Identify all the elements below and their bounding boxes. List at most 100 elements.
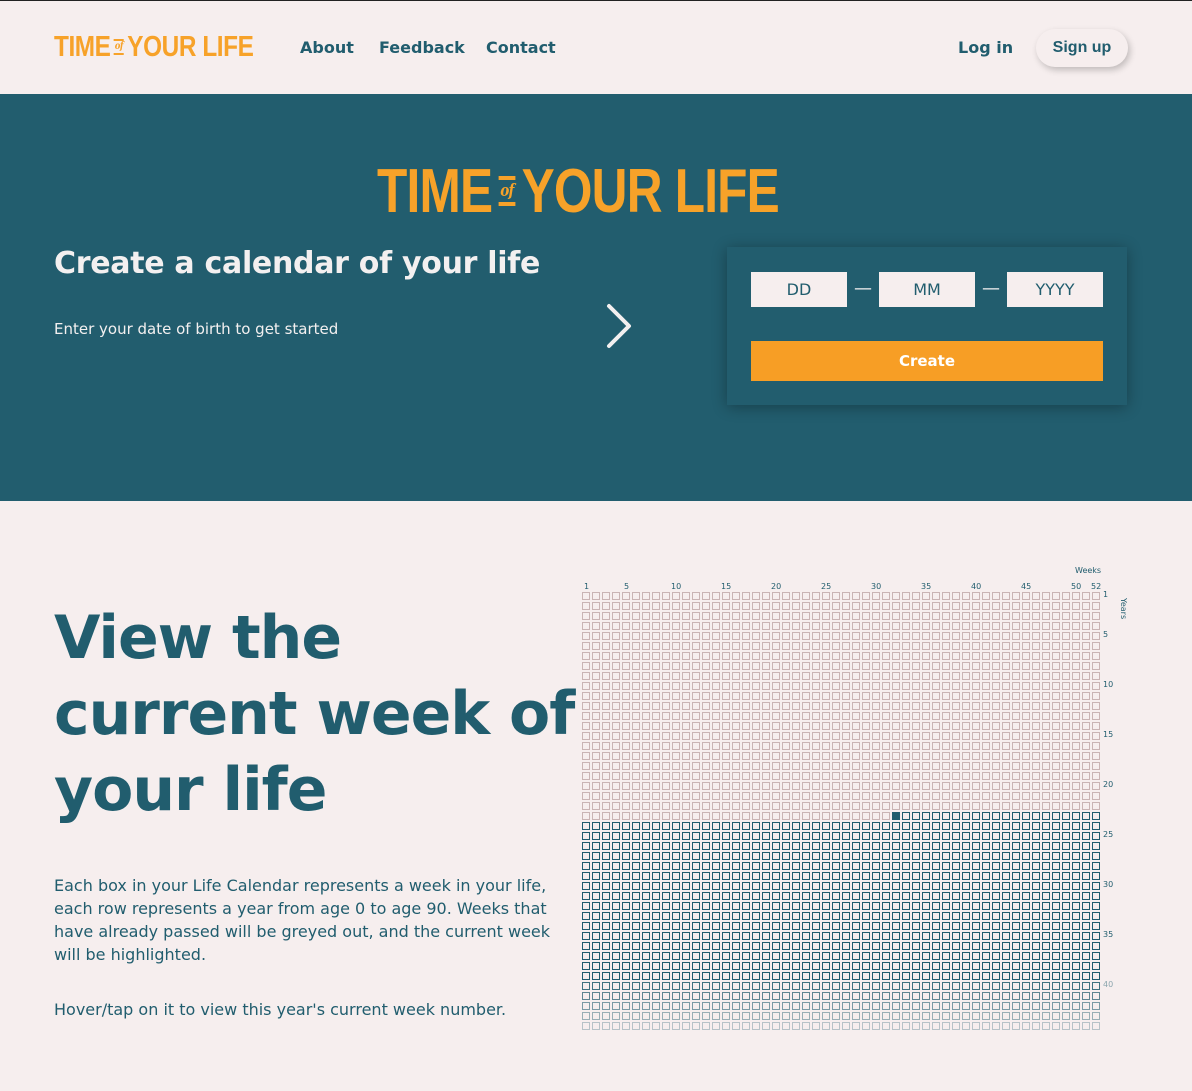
week-box xyxy=(592,802,600,810)
week-box xyxy=(1032,652,1040,660)
week-box xyxy=(1082,682,1090,690)
week-box xyxy=(932,762,940,770)
week-box xyxy=(812,892,820,900)
week-box xyxy=(742,742,750,750)
week-box xyxy=(592,742,600,750)
week-box xyxy=(882,812,890,820)
week-box xyxy=(942,732,950,740)
week-box xyxy=(1072,652,1080,660)
week-box xyxy=(732,672,740,680)
week-box xyxy=(602,802,610,810)
week-box xyxy=(652,672,660,680)
week-box xyxy=(772,912,780,920)
week-box xyxy=(762,982,770,990)
week-box xyxy=(592,942,600,950)
week-box xyxy=(1092,652,1100,660)
week-box xyxy=(1042,652,1050,660)
week-box xyxy=(762,752,770,760)
week-box xyxy=(642,622,650,630)
week-box xyxy=(792,952,800,960)
week-box xyxy=(842,702,850,710)
week-box xyxy=(912,742,920,750)
week-box xyxy=(922,812,930,820)
week-box xyxy=(622,942,630,950)
week-box xyxy=(1092,612,1100,620)
week-box xyxy=(742,1022,750,1030)
week-box xyxy=(582,722,590,730)
week-box xyxy=(592,822,600,830)
week-box xyxy=(952,592,960,600)
week-box xyxy=(862,622,870,630)
week-box xyxy=(1082,942,1090,950)
week-box xyxy=(612,872,620,880)
week-box xyxy=(1072,602,1080,610)
week-box xyxy=(882,932,890,940)
week-box xyxy=(702,652,710,660)
week-box xyxy=(702,852,710,860)
week-box xyxy=(712,872,720,880)
week-box xyxy=(812,692,820,700)
week-box xyxy=(862,702,870,710)
week-box xyxy=(952,722,960,730)
week-box xyxy=(672,852,680,860)
week-box xyxy=(982,1022,990,1030)
week-box xyxy=(622,632,630,640)
week-box xyxy=(832,972,840,980)
week-box xyxy=(702,672,710,680)
week-box xyxy=(682,772,690,780)
week-box xyxy=(962,922,970,930)
week-box xyxy=(1002,832,1010,840)
week-box xyxy=(742,682,750,690)
week-box xyxy=(1012,642,1020,650)
week-box xyxy=(1082,822,1090,830)
week-box xyxy=(882,672,890,680)
week-box xyxy=(972,632,980,640)
week-box xyxy=(1052,832,1060,840)
week-box xyxy=(892,712,900,720)
week-box xyxy=(692,892,700,900)
week-box xyxy=(582,712,590,720)
week-box xyxy=(592,672,600,680)
week-box xyxy=(732,1022,740,1030)
week-box xyxy=(942,762,950,770)
week-box xyxy=(782,612,790,620)
week-box xyxy=(742,802,750,810)
week-box xyxy=(1022,872,1030,880)
week-box xyxy=(612,732,620,740)
week-box xyxy=(932,892,940,900)
week-box xyxy=(1052,762,1060,770)
week-box xyxy=(692,1002,700,1010)
week-box xyxy=(942,902,950,910)
week-box xyxy=(622,952,630,960)
current-week-box[interactable] xyxy=(892,812,900,820)
week-box xyxy=(582,702,590,710)
week-box xyxy=(1002,882,1010,890)
week-box xyxy=(742,652,750,660)
week-box xyxy=(592,932,600,940)
week-box xyxy=(902,722,910,730)
week-box xyxy=(802,912,810,920)
week-box xyxy=(812,882,820,890)
week-box xyxy=(632,1012,640,1020)
week-box xyxy=(1022,892,1030,900)
week-box xyxy=(952,892,960,900)
week-box xyxy=(1002,752,1010,760)
week-box xyxy=(732,862,740,870)
week-box xyxy=(862,672,870,680)
week-box xyxy=(982,702,990,710)
week-box xyxy=(852,832,860,840)
week-box xyxy=(822,922,830,930)
week-box xyxy=(1012,602,1020,610)
week-box xyxy=(882,862,890,870)
week-box xyxy=(1062,772,1070,780)
week-box xyxy=(692,902,700,910)
week-box xyxy=(782,992,790,1000)
week-box xyxy=(722,662,730,670)
week-box xyxy=(832,902,840,910)
week-box xyxy=(802,1012,810,1020)
week-box xyxy=(942,662,950,670)
week-box xyxy=(982,1012,990,1020)
week-box xyxy=(812,632,820,640)
week-box xyxy=(1082,912,1090,920)
week-box xyxy=(962,662,970,670)
